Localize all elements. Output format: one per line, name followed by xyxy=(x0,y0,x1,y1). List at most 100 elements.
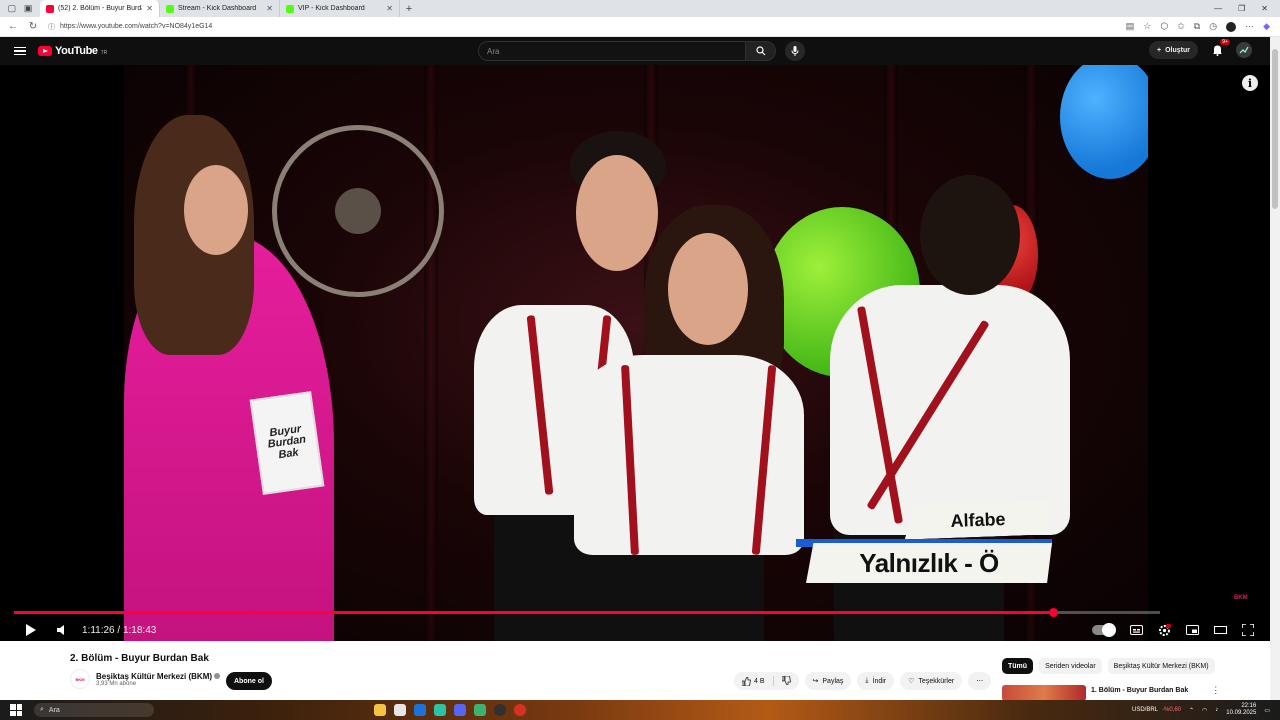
more-actions-button[interactable]: ⋯ xyxy=(968,672,992,690)
browser-tab-youtube[interactable]: (52) 2. Bölüm - Buyur Burdan Bak ✕ xyxy=(40,0,160,17)
menu-icon[interactable] xyxy=(14,46,26,56)
channel-watermark[interactable]: BKM xyxy=(1234,595,1258,607)
favorites-icon[interactable]: ✩ xyxy=(1177,21,1185,32)
chip-all[interactable]: Tümü xyxy=(1002,658,1034,674)
kick-favicon-icon xyxy=(166,4,174,13)
microphone-icon xyxy=(791,46,799,56)
subtitles-button[interactable] xyxy=(1122,619,1150,641)
reload-icon[interactable]: ↻ xyxy=(26,21,40,32)
notifications-button[interactable]: 9+ xyxy=(1210,39,1230,57)
tray-chevron-icon[interactable]: ⌃ xyxy=(1189,707,1194,714)
search-box: Ara xyxy=(478,41,776,61)
profile-avatar[interactable] xyxy=(1226,21,1237,32)
browser-tab-kick-stream[interactable]: Stream - Kick Dashboard ✕ xyxy=(160,0,280,17)
file-explorer-icon[interactable] xyxy=(374,704,386,716)
obs-icon[interactable] xyxy=(494,704,506,716)
close-tab-icon[interactable]: ✕ xyxy=(386,4,393,13)
history-icon[interactable]: ◷ xyxy=(1209,21,1217,32)
miniplayer-button[interactable] xyxy=(1178,619,1206,641)
share-button[interactable]: ↪ Paylaş xyxy=(804,672,852,690)
site-info-icon[interactable]: ⓘ xyxy=(48,22,55,32)
channel-name[interactable]: Beşiktaş Kültür Merkezi (BKM) xyxy=(96,672,221,681)
extensions-icon[interactable]: ⬡ xyxy=(1160,21,1168,32)
voice-search-button[interactable] xyxy=(785,41,805,61)
channel-avatar[interactable]: BKM xyxy=(70,669,90,689)
taskbar-clock[interactable]: 22:16 10.09.2025 xyxy=(1226,703,1256,716)
calendar-app-icon[interactable] xyxy=(394,704,406,716)
subtitles-icon xyxy=(1129,625,1143,635)
recommendation-menu-icon[interactable]: ⋮ xyxy=(1211,685,1220,701)
scrollbar-thumb[interactable] xyxy=(1272,49,1278,209)
copilot-icon[interactable]: ◆ xyxy=(1263,21,1270,32)
minimize-icon[interactable]: — xyxy=(1214,4,1222,13)
chrome-icon[interactable] xyxy=(514,704,526,716)
bookmark-star-icon[interactable]: ☆ xyxy=(1143,21,1151,32)
browser-tab-kick-vip[interactable]: VIP - Kick Dashboard ✕ xyxy=(280,0,400,17)
recommendation-title[interactable]: 1. Bölüm - Buyur Burdan Bak xyxy=(1091,687,1188,701)
ticker-label: USD/BRL xyxy=(1131,707,1158,713)
new-tab-button[interactable]: + xyxy=(400,0,418,17)
play-button[interactable] xyxy=(16,619,44,641)
url-field[interactable]: ⓘ https://www.youtube.com/watch?v=NO84y1… xyxy=(48,22,212,32)
speaker-icon[interactable]: ♪ xyxy=(1215,707,1218,713)
page-scrollbar[interactable] xyxy=(1270,37,1280,700)
edge-browser-icon[interactable] xyxy=(434,704,446,716)
curtain-fold xyxy=(424,65,438,641)
reader-mode-icon[interactable]: ▤ xyxy=(1126,21,1135,32)
thanks-button[interactable]: ♡ Teşekkürler xyxy=(900,672,963,690)
account-avatar[interactable] xyxy=(1236,42,1252,58)
stock-ticker-widget[interactable]: USD/BRL -%0,60 xyxy=(1132,707,1181,713)
youtube-logo[interactable]: YouTube TR xyxy=(38,45,107,57)
video-title: 2. Bölüm - Buyur Burdan Bak xyxy=(70,653,209,664)
theater-mode-button[interactable] xyxy=(1206,619,1234,641)
tab-title: (52) 2. Bölüm - Buyur Burdan Bak xyxy=(58,5,142,12)
progress-bar[interactable] xyxy=(14,608,1160,617)
youtube-page: YouTube TR Ara + Oluştur 9+ Buyur Burdan… xyxy=(0,37,1270,701)
taskbar-search-label: Ara xyxy=(48,706,60,714)
tab-actions-icon[interactable]: ▣ xyxy=(24,3,33,14)
search-input[interactable]: Ara xyxy=(478,41,746,61)
close-tab-icon[interactable]: ✕ xyxy=(266,4,273,13)
recommendation-item[interactable]: 1. Bölüm - Buyur Burdan Bak ⋮ xyxy=(1002,685,1220,701)
chip-channel[interactable]: Beşiktaş Kültür Merkezi (BKM) xyxy=(1107,658,1215,674)
taskbar-search[interactable]: ⌕ Ara xyxy=(34,703,154,717)
dancer-2-face xyxy=(668,233,748,345)
time-separator: / xyxy=(114,624,123,636)
settings-button[interactable] xyxy=(1150,619,1178,641)
close-window-icon[interactable]: ✕ xyxy=(1261,4,1268,13)
close-tab-icon[interactable]: ✕ xyxy=(146,4,153,13)
like-button[interactable]: 4 B xyxy=(742,676,765,686)
maximize-icon[interactable]: ❐ xyxy=(1238,4,1245,13)
windows-start-icon[interactable] xyxy=(10,704,22,716)
mute-button[interactable] xyxy=(48,619,76,641)
collections-icon[interactable]: ⧉ xyxy=(1194,21,1200,32)
thanks-icon: ♡ xyxy=(908,678,915,685)
bell-icon xyxy=(1212,45,1222,56)
info-icon[interactable]: i xyxy=(1242,75,1258,91)
back-icon[interactable]: ← xyxy=(6,21,20,32)
like-dislike-group: 4 B xyxy=(734,672,799,690)
outlook-icon[interactable] xyxy=(414,704,426,716)
download-button[interactable]: ⤓ İndir xyxy=(857,672,895,690)
subscribe-button[interactable]: Abone ol xyxy=(226,672,272,690)
recommendation-thumbnail[interactable] xyxy=(1002,685,1086,701)
more-menu-icon[interactable]: ⋯ xyxy=(1245,21,1254,32)
notification-center-icon[interactable]: ▭ xyxy=(1264,707,1270,714)
chip-series-videos[interactable]: Seriden videolar xyxy=(1039,658,1102,674)
share-icon: ↪ xyxy=(812,678,819,685)
dislike-button[interactable] xyxy=(781,675,791,687)
network-icon[interactable]: ◠ xyxy=(1202,707,1207,714)
discord-icon[interactable] xyxy=(454,704,466,716)
fullscreen-button[interactable] xyxy=(1234,619,1262,641)
search-button[interactable] xyxy=(746,41,776,61)
windows-taskbar: ⌕ Ara USD/BRL -%0,60 ⌃ ◠ ♪ 22:16 10.09.2… xyxy=(0,700,1280,720)
maps-app-icon[interactable] xyxy=(474,704,486,716)
create-button[interactable]: + Oluştur xyxy=(1149,41,1198,59)
system-tray: USD/BRL -%0,60 ⌃ ◠ ♪ 22:16 10.09.2025 ▭ xyxy=(1132,703,1280,716)
workspaces-icon[interactable]: ▢ xyxy=(8,3,17,14)
youtube-play-logo-icon xyxy=(38,46,52,56)
channel-info: BKM Beşiktaş Kültür Merkezi (BKM) 3,93 M… xyxy=(70,669,221,689)
progress-played xyxy=(14,611,1054,614)
autoplay-toggle[interactable] xyxy=(1092,623,1116,637)
video-player[interactable]: Buyur Burdan Bak Alfabe Yalnızlık - Ö BK… xyxy=(0,65,1270,641)
